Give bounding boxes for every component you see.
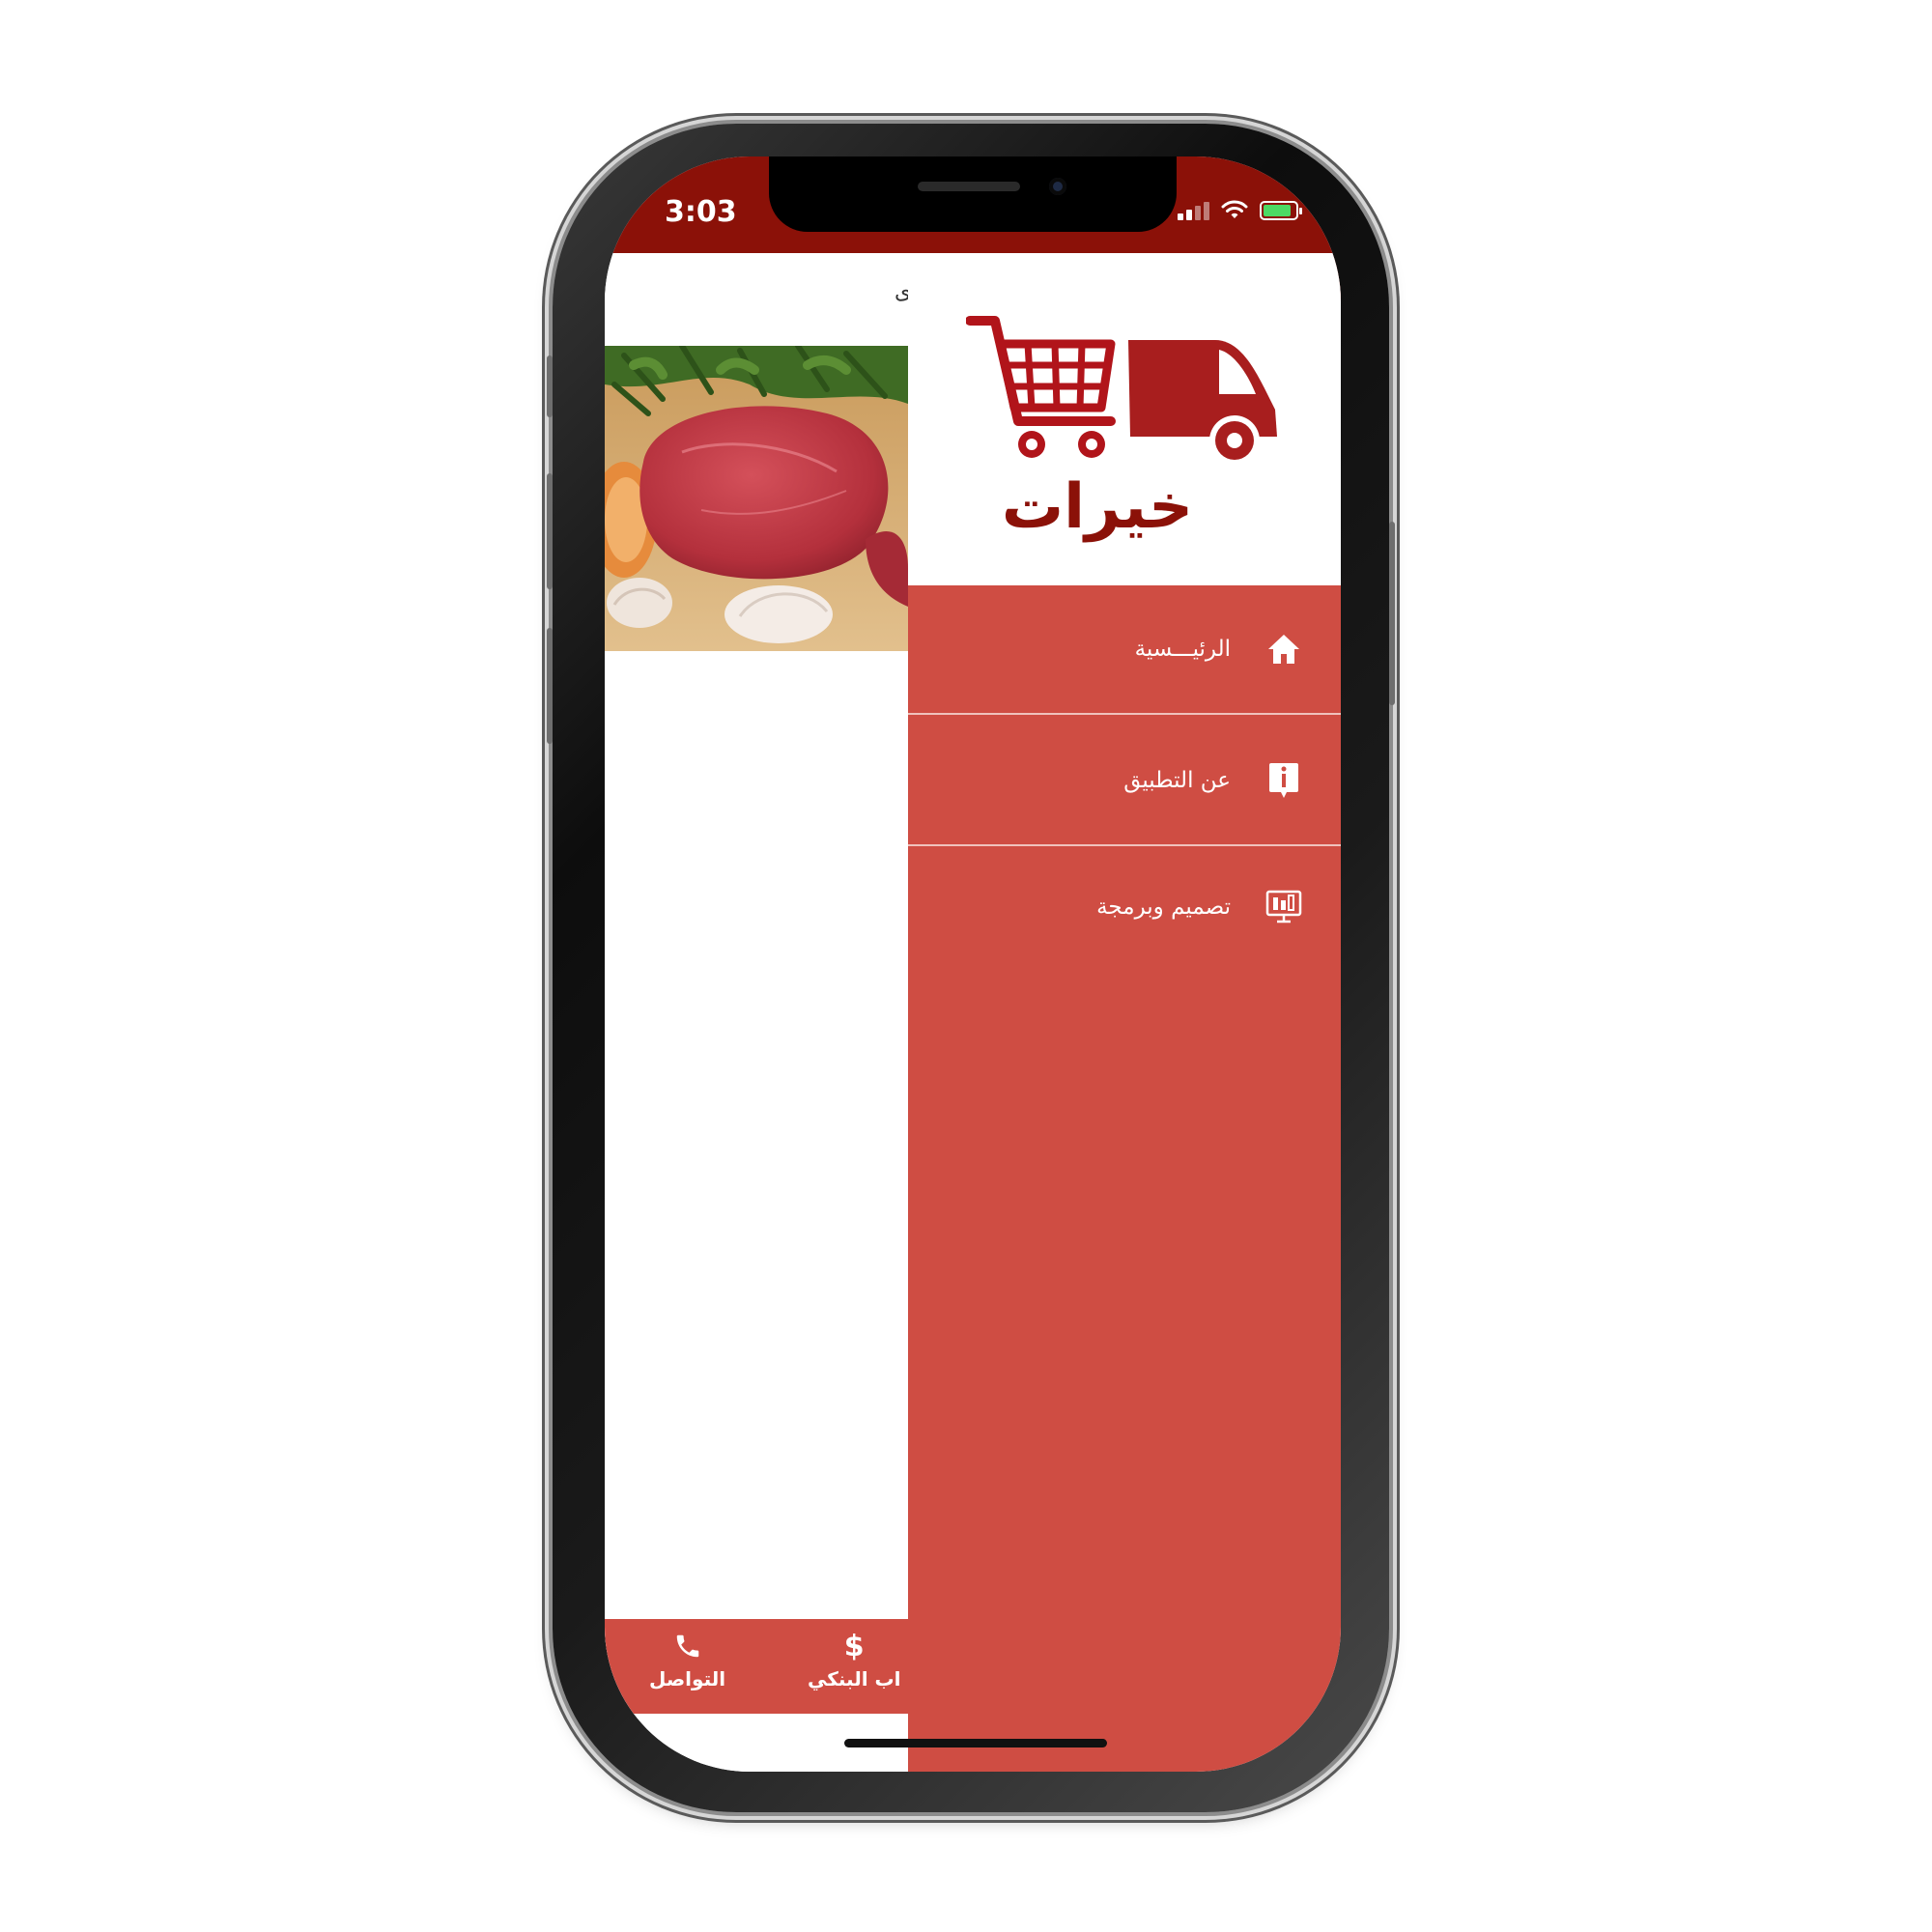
monitor-design-icon bbox=[1264, 887, 1304, 927]
navigation-drawer: خيرات الرئيـــسية عن التطبيق تصميم وبرمج… bbox=[908, 253, 1341, 1772]
menu-item-design[interactable]: تصميم وبرمجة bbox=[908, 842, 1341, 972]
phone-screen: 3:03 ى التواصل $ اب البنكي خيرات الرئيــ… bbox=[605, 156, 1341, 1772]
front-camera bbox=[1049, 178, 1066, 195]
bottom-navigation: التواصل $ اب البنكي bbox=[605, 1619, 923, 1714]
dollar-icon: $ bbox=[843, 1629, 865, 1663]
home-icon bbox=[1264, 629, 1304, 669]
volume-down-button bbox=[547, 628, 553, 744]
menu-item-design-label: تصميم وبرمجة bbox=[1096, 895, 1231, 920]
meat-product-image[interactable] bbox=[605, 346, 908, 651]
info-icon bbox=[1264, 760, 1304, 801]
wifi-icon bbox=[1221, 200, 1248, 218]
nav-bank-account-label: اب البنكي bbox=[808, 1667, 901, 1690]
menu-item-about[interactable]: عن التطبيق bbox=[908, 717, 1341, 846]
nav-contact-label: التواصل bbox=[649, 1667, 726, 1690]
volume-up-button bbox=[547, 473, 553, 589]
notch bbox=[769, 156, 1177, 232]
status-icons bbox=[1178, 199, 1302, 220]
menu-item-home-label: الرئيـــسية bbox=[1134, 637, 1231, 662]
nav-contact[interactable]: التواصل bbox=[649, 1631, 725, 1690]
status-bar: 3:03 bbox=[605, 156, 1341, 253]
power-button bbox=[1389, 522, 1395, 705]
main-content: ى التواصل $ اب البنكي bbox=[605, 253, 923, 1772]
silent-switch bbox=[547, 355, 553, 417]
battery-charging-icon bbox=[1260, 201, 1302, 220]
logo-text: خيرات bbox=[1001, 471, 1194, 543]
home-indicator[interactable] bbox=[844, 1739, 1107, 1747]
drawer-header: خيرات bbox=[908, 253, 1341, 585]
status-time: 3:03 bbox=[665, 195, 737, 229]
signal-icon bbox=[1178, 199, 1209, 220]
nav-bank-account[interactable]: $ اب البنكي bbox=[808, 1629, 901, 1691]
menu-item-home[interactable]: الرئيـــسية bbox=[908, 585, 1341, 715]
menu-item-about-label: عن التطبيق bbox=[1123, 768, 1231, 793]
phone-icon bbox=[672, 1631, 703, 1662]
speaker-grille bbox=[918, 182, 1020, 191]
cart-truck-logo bbox=[966, 316, 1277, 466]
